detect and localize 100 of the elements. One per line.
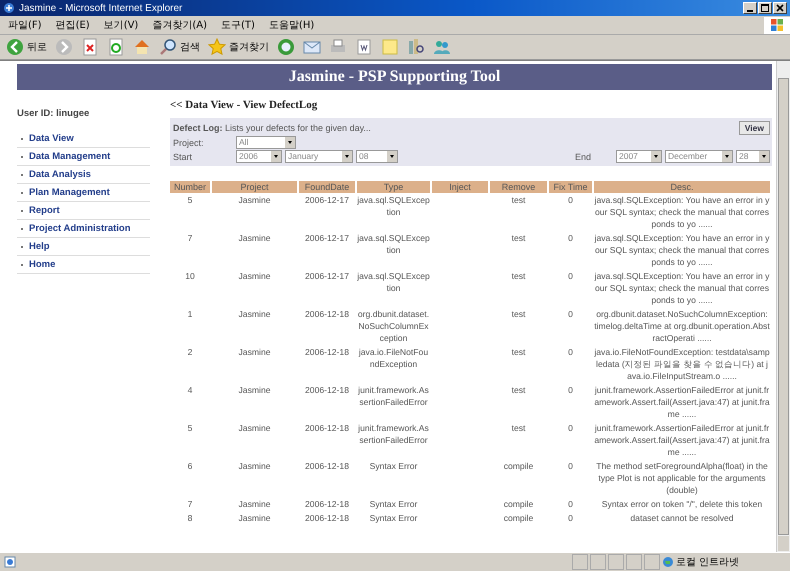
close-button[interactable] xyxy=(773,2,787,14)
table-cell: java.sql.SQLException xyxy=(357,271,430,293)
history-icon[interactable] xyxy=(277,38,295,56)
table-cell: Jasmine xyxy=(238,385,270,395)
column-header: Inject xyxy=(432,181,488,193)
refresh-icon[interactable] xyxy=(107,38,125,56)
home-icon[interactable] xyxy=(133,38,151,56)
page-heading: << Data View - View DefectLog xyxy=(170,99,318,111)
table-cell: java.sql.SQLException: You have an error in your SQL syntax; check the manual that corresponds to yo ...... xyxy=(594,195,770,229)
menu-item[interactable]: 보기(V) xyxy=(104,18,138,32)
table-cell: 6 xyxy=(188,461,192,471)
page-icon xyxy=(4,556,16,568)
table-cell: org.dbunit.dataset.NoSuchColumnException: timelog.deltaTime at org.dbunit.operation.AbstractOperati ...... xyxy=(594,309,770,343)
column-header: Type xyxy=(357,181,430,193)
date-dropdown[interactable]: 28 xyxy=(736,150,770,163)
browser-icon xyxy=(3,2,15,14)
messenger-icon[interactable] xyxy=(433,38,451,56)
nav-link[interactable]: Data View xyxy=(17,130,150,148)
status-panel xyxy=(644,554,660,570)
table-cell: 2006-12-18 xyxy=(305,423,349,433)
table-cell: Syntax Error xyxy=(370,513,418,523)
view-button[interactable]: View xyxy=(738,121,770,135)
table-cell: 10 xyxy=(185,271,195,281)
table-cell: 4 xyxy=(188,385,192,395)
window-title: Jasmine - Microsoft Internet Explorer xyxy=(19,2,182,14)
table-cell: 2006-12-17 xyxy=(305,271,349,281)
date-dropdown[interactable]: January xyxy=(285,150,353,163)
nav-link[interactable]: Plan Management xyxy=(17,184,150,202)
table-cell: test xyxy=(512,347,526,357)
menu-item[interactable]: 편집(E) xyxy=(56,18,90,32)
table-cell: 1 xyxy=(188,309,192,319)
minimize-button[interactable] xyxy=(743,2,757,14)
menu-item[interactable]: 도움말(H) xyxy=(268,18,314,32)
table-cell: 0 xyxy=(568,233,573,243)
favorites-button[interactable]: 즐겨찾기 xyxy=(208,38,269,56)
document-icon[interactable] xyxy=(355,38,373,56)
table-cell: 2006-12-18 xyxy=(305,461,349,471)
table-cell: 0 xyxy=(568,385,573,395)
note-icon[interactable] xyxy=(381,38,399,56)
status-panel xyxy=(608,554,624,570)
table-cell: Jasmine xyxy=(238,513,270,523)
back-button[interactable]: 뒤로 xyxy=(6,38,47,56)
status-panel xyxy=(626,554,642,570)
maximize-icon xyxy=(760,3,770,13)
table-cell: junit.framework.AssertionFailedError at junit.framework.Assert.fail(Assert.java:47) at junit.frame ...... xyxy=(594,423,770,457)
table-cell: 0 xyxy=(568,461,573,471)
date-dropdown[interactable]: 2007 xyxy=(616,150,662,163)
date-dropdown[interactable]: December xyxy=(665,150,733,163)
table-cell: 2006-12-18 xyxy=(305,499,349,509)
nav-link[interactable]: Report xyxy=(17,202,150,220)
table-cell: 7 xyxy=(188,499,192,509)
table-cell: java.sql.SQLException: You have an error in your SQL syntax; check the manual that corresponds to yo ...... xyxy=(594,233,770,267)
nav-link[interactable]: Project Administration xyxy=(17,220,150,238)
stop-icon[interactable] xyxy=(81,38,99,56)
column-header: Number xyxy=(170,181,210,193)
table-cell: 0 xyxy=(568,499,573,509)
table-cell: java.sql.SQLException: You have an error in your SQL syntax; check the manual that corresponds to yo ...... xyxy=(594,271,770,305)
nav-link[interactable]: Data Management xyxy=(17,148,150,166)
research-icon[interactable] xyxy=(407,38,425,56)
table-cell: Syntax Error xyxy=(370,499,418,509)
windows-flag-icon xyxy=(764,16,790,34)
project-dropdown[interactable]: All xyxy=(236,136,296,149)
maximize-button[interactable] xyxy=(758,2,772,14)
table-cell: Jasmine xyxy=(238,271,270,281)
scrollbar[interactable] xyxy=(776,61,790,552)
table-cell: 0 xyxy=(568,195,573,205)
menu-item[interactable]: 도구(T) xyxy=(221,18,255,32)
column-header: Remove xyxy=(490,181,547,193)
table-cell: 0 xyxy=(568,309,573,319)
table-cell: test xyxy=(512,271,526,281)
table-cell: Jasmine xyxy=(238,195,270,205)
table-cell: junit.framework.AssertionFailedError xyxy=(358,385,429,407)
menu-item[interactable]: 파일(F) xyxy=(8,18,42,32)
site-banner: Jasmine - PSP Supporting Tool xyxy=(17,64,772,90)
table-cell: Syntax Error xyxy=(370,461,418,471)
date-dropdown[interactable]: 08 xyxy=(356,150,398,163)
search-button[interactable]: 검색 xyxy=(159,38,200,56)
table-cell: Jasmine xyxy=(238,309,270,319)
table-cell: compile xyxy=(504,461,534,471)
nav-link[interactable]: Home xyxy=(17,256,150,274)
column-header: Fix Time xyxy=(549,181,592,193)
table-cell: java.sql.SQLException xyxy=(357,195,430,217)
table-cell: 2006-12-18 xyxy=(305,347,349,357)
end-label: End xyxy=(575,152,592,162)
table-cell: 5 xyxy=(188,195,192,205)
table-cell: test xyxy=(512,423,526,433)
table-cell: The method setForegroundAlpha(float) in the type Plot is not applicable for the arguments (double) xyxy=(596,461,768,495)
column-header: Project xyxy=(212,181,297,193)
status-panel xyxy=(572,554,588,570)
table-cell: junit.framework.AssertionFailedError at junit.framework.Assert.fail(Assert.java:47) at junit.frame ...... xyxy=(594,385,770,419)
table-cell: Jasmine xyxy=(238,461,270,471)
date-dropdown[interactable]: 2006 xyxy=(236,150,282,163)
nav-link[interactable]: Help xyxy=(17,238,150,256)
nav-link[interactable]: Data Analysis xyxy=(17,166,150,184)
table-cell: 5 xyxy=(188,423,192,433)
table-cell: Jasmine xyxy=(238,233,270,243)
table-cell: 7 xyxy=(188,233,192,243)
user-id: User ID: linugee xyxy=(17,108,90,119)
table-cell: Syntax error on token "/", delete this token xyxy=(602,499,762,509)
menu-item[interactable]: 즐겨찾기(A) xyxy=(152,18,207,32)
